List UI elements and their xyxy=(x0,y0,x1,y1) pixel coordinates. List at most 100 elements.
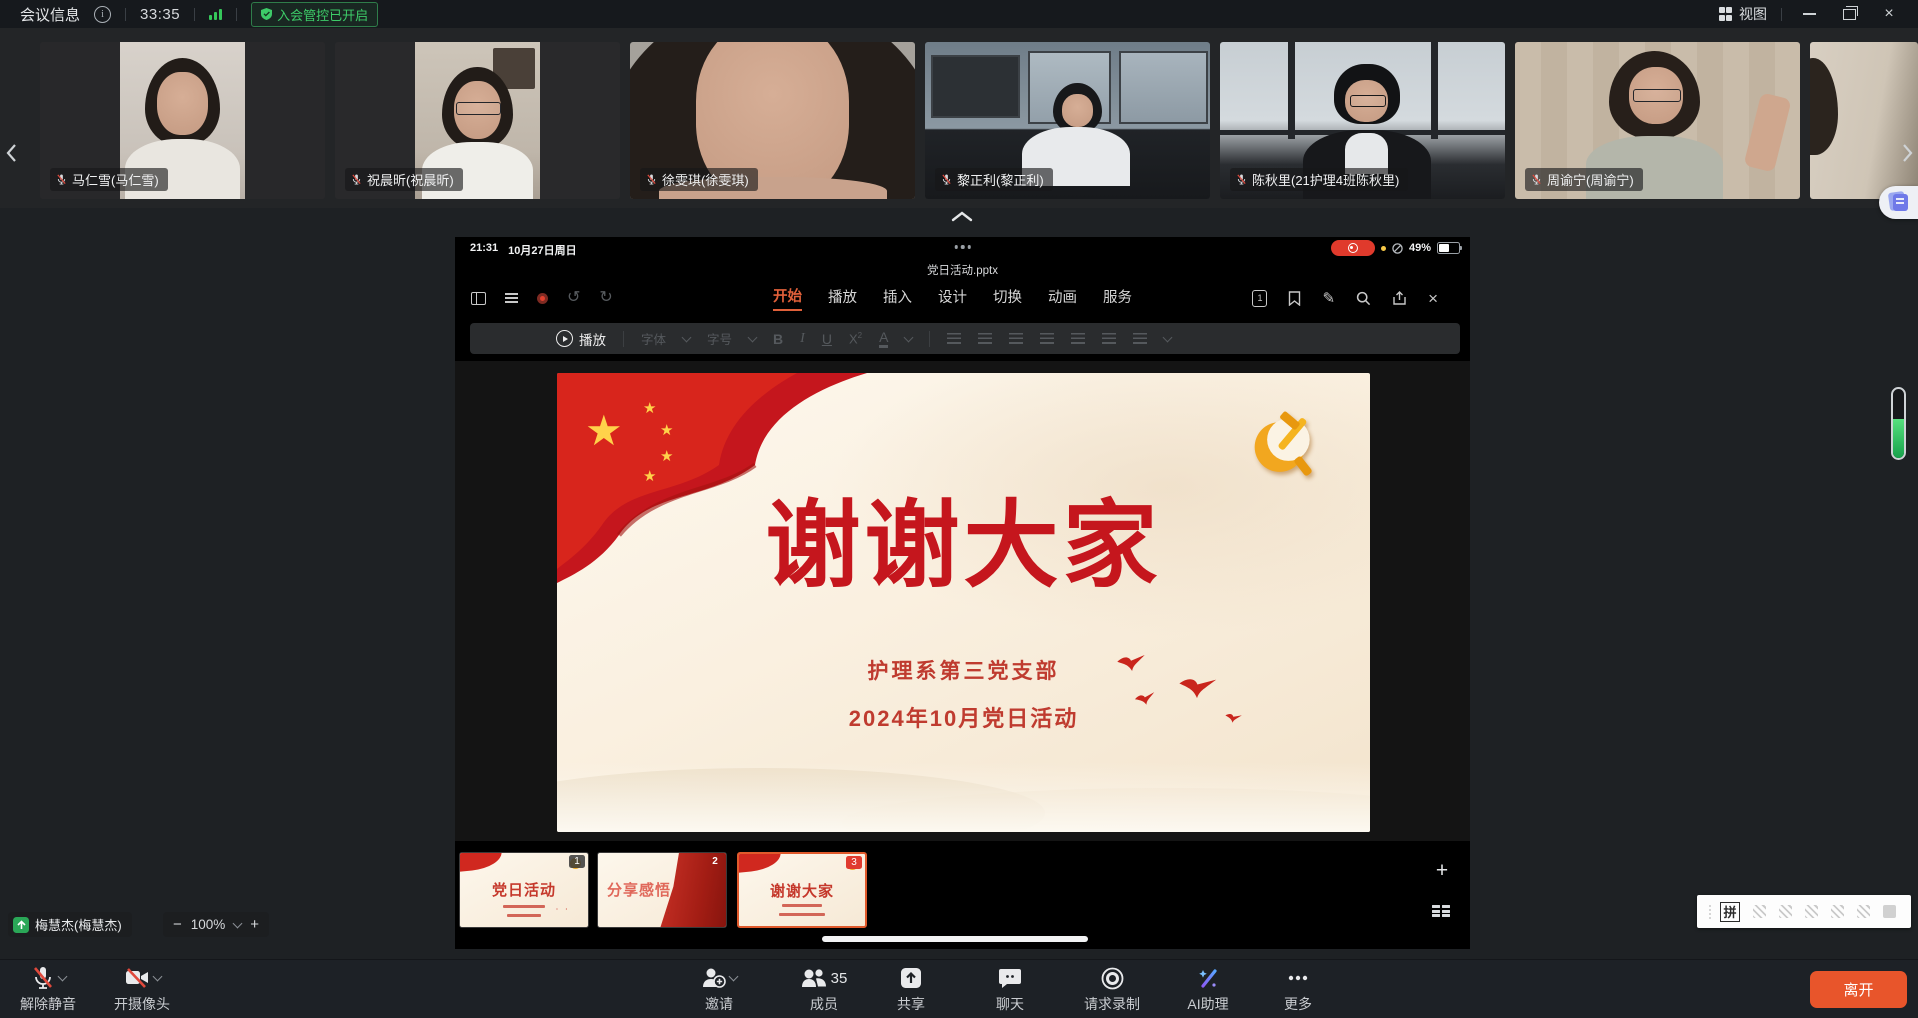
video-tile[interactable]: 黎正利(黎正利) xyxy=(925,42,1210,199)
ime-toolbar[interactable]: 拼 xyxy=(1697,895,1911,928)
members-button[interactable]: 35 成员 xyxy=(776,965,872,1014)
ai-assistant-button[interactable]: AI助理 xyxy=(1160,965,1256,1014)
record-icon xyxy=(1100,966,1125,991)
undo-icon[interactable]: ↺ xyxy=(567,290,580,306)
video-tile[interactable]: 周谕宁(周谕宁) xyxy=(1515,42,1800,199)
mic-muted-icon xyxy=(1531,173,1542,186)
video-tile[interactable]: 徐雯琪(徐雯琪) xyxy=(630,42,915,199)
camera-on-button[interactable]: 开摄像头 xyxy=(94,965,190,1014)
collapse-strip-button[interactable] xyxy=(946,206,978,226)
line-spacing-icon[interactable] xyxy=(947,333,961,344)
meeting-timer: 33:35 xyxy=(140,6,180,23)
play-slideshow-button[interactable]: 播放 xyxy=(556,329,606,349)
video-tile-partial[interactable] xyxy=(1810,42,1918,199)
add-slide-button[interactable]: + xyxy=(1430,859,1454,883)
chevron-down-icon[interactable] xyxy=(748,332,758,342)
tab-service[interactable]: 服务 xyxy=(1103,286,1132,310)
font-color-button[interactable]: A xyxy=(879,329,888,348)
ime-icon[interactable] xyxy=(1779,905,1792,918)
strip-prev-arrow[interactable] xyxy=(0,138,22,168)
video-tile[interactable]: 马仁雪(马仁雪) xyxy=(40,42,325,199)
bold-button[interactable]: B xyxy=(773,331,783,347)
slide-thumbnail-2[interactable]: 分享感悟 ㆍ 2 xyxy=(597,852,727,928)
ime-drag-handle[interactable] xyxy=(1709,905,1711,919)
font-size-select[interactable]: 字号 xyxy=(707,329,732,348)
info-icon[interactable]: i xyxy=(94,6,111,23)
play-label: 播放 xyxy=(579,329,606,349)
restore-button[interactable] xyxy=(1836,3,1862,25)
invite-button[interactable]: 邀请 xyxy=(671,965,767,1014)
slide-thumbnail-3-selected[interactable]: 谢谢大家 3 xyxy=(737,852,867,928)
ime-icon[interactable] xyxy=(1753,905,1766,918)
redo-icon[interactable]: ↻ xyxy=(599,290,612,306)
leave-meeting-button[interactable]: 离开 xyxy=(1810,971,1907,1008)
zoom-level[interactable]: 100% xyxy=(191,917,226,932)
video-tile[interactable]: 陈秋里(21护理4班陈秋里) xyxy=(1220,42,1505,199)
chat-button[interactable]: 聊天 xyxy=(962,965,1058,1014)
close-button[interactable]: × xyxy=(1876,3,1902,25)
align-justify-icon[interactable] xyxy=(1102,333,1116,344)
ime-icon[interactable] xyxy=(1857,905,1870,918)
superscript-button[interactable]: X2 xyxy=(849,331,862,346)
thumb-textline xyxy=(779,913,825,916)
chevron-down-icon[interactable] xyxy=(1163,332,1173,342)
view-button[interactable]: 视图 xyxy=(1719,4,1768,24)
italic-button[interactable]: I xyxy=(800,331,805,347)
close-document-icon[interactable]: × xyxy=(1428,290,1438,307)
bookmark-icon[interactable] xyxy=(1288,291,1301,306)
save-status-icon[interactable] xyxy=(537,293,548,304)
svg-text:★: ★ xyxy=(660,448,673,465)
sidebar-toggle-icon[interactable] xyxy=(471,292,486,305)
video-tile[interactable]: 祝晨昕(祝晨昕) xyxy=(335,42,620,199)
search-icon[interactable] xyxy=(1356,291,1371,306)
underline-button[interactable]: U xyxy=(822,331,832,347)
font-family-select[interactable]: 字体 xyxy=(641,329,666,348)
tab-design[interactable]: 设计 xyxy=(938,286,967,310)
request-record-button[interactable]: 请求录制 xyxy=(1064,965,1160,1014)
tab-transition[interactable]: 切换 xyxy=(993,286,1022,310)
tab-play[interactable]: 播放 xyxy=(828,286,857,310)
chevron-down-icon[interactable] xyxy=(682,332,692,342)
docked-widget-pill[interactable] xyxy=(1879,186,1918,219)
chevron-down-icon[interactable] xyxy=(152,972,162,982)
ime-keyboard-icon[interactable] xyxy=(1883,905,1896,918)
ime-icon[interactable] xyxy=(1831,905,1844,918)
participant-name: 马仁雪(马仁雪) xyxy=(72,170,159,189)
shared-screen[interactable]: 21:31 10月27日周日 49% 党日活动.pptx ↺ ↻ 开始 播放 插… xyxy=(455,237,1470,949)
chevron-down-icon[interactable] xyxy=(57,972,67,982)
bullet-list-icon[interactable] xyxy=(978,333,992,344)
current-slide[interactable]: ★ ★ ★ ★ ★ 谢谢大家 护理系第三党支部 2024年10月党日活动 xyxy=(557,373,1370,832)
columns-icon[interactable] xyxy=(1133,333,1147,344)
ime-icon[interactable] xyxy=(1805,905,1818,918)
share-screen-button[interactable]: 共享 xyxy=(863,965,959,1014)
signal-strength-icon[interactable] xyxy=(209,8,222,20)
chevron-down-icon[interactable] xyxy=(904,332,914,342)
admission-control-badge[interactable]: 入会管控已开启 xyxy=(251,2,378,27)
meeting-info-label[interactable]: 会议信息 xyxy=(20,4,80,25)
ime-pinyin-mode[interactable]: 拼 xyxy=(1720,902,1740,922)
restore-icon xyxy=(1843,9,1856,20)
strip-next-arrow[interactable] xyxy=(1896,138,1918,168)
unmute-button[interactable]: 解除静音 xyxy=(0,965,96,1014)
menu-hamburger-icon[interactable] xyxy=(505,293,518,303)
align-left-icon[interactable] xyxy=(1009,333,1023,344)
slide-sorter-button[interactable] xyxy=(1432,905,1450,917)
presenter-pill[interactable]: 梅慧杰(梅慧杰) xyxy=(8,912,132,937)
zoom-in-button[interactable]: + xyxy=(250,916,259,933)
more-button[interactable]: 更多 xyxy=(1250,965,1346,1014)
page-number-icon[interactable]: 1 xyxy=(1252,290,1267,307)
pen-icon[interactable]: ✎ xyxy=(1322,291,1335,306)
share-icon[interactable] xyxy=(1392,291,1407,306)
tab-animation[interactable]: 动画 xyxy=(1048,286,1077,310)
slide-thumbnail-1[interactable]: 党日活动 ㆍㆍ 1 xyxy=(459,852,589,928)
status-more-icon xyxy=(954,245,971,249)
tab-home[interactable]: 开始 xyxy=(773,285,802,311)
chevron-down-icon[interactable] xyxy=(233,918,243,928)
chevron-down-icon[interactable] xyxy=(729,972,739,982)
tab-insert[interactable]: 插入 xyxy=(883,286,912,310)
align-center-icon[interactable] xyxy=(1040,333,1054,344)
minimize-button[interactable] xyxy=(1796,3,1822,25)
align-right-icon[interactable] xyxy=(1071,333,1085,344)
home-indicator[interactable] xyxy=(822,936,1088,942)
zoom-out-button[interactable]: − xyxy=(173,916,182,933)
